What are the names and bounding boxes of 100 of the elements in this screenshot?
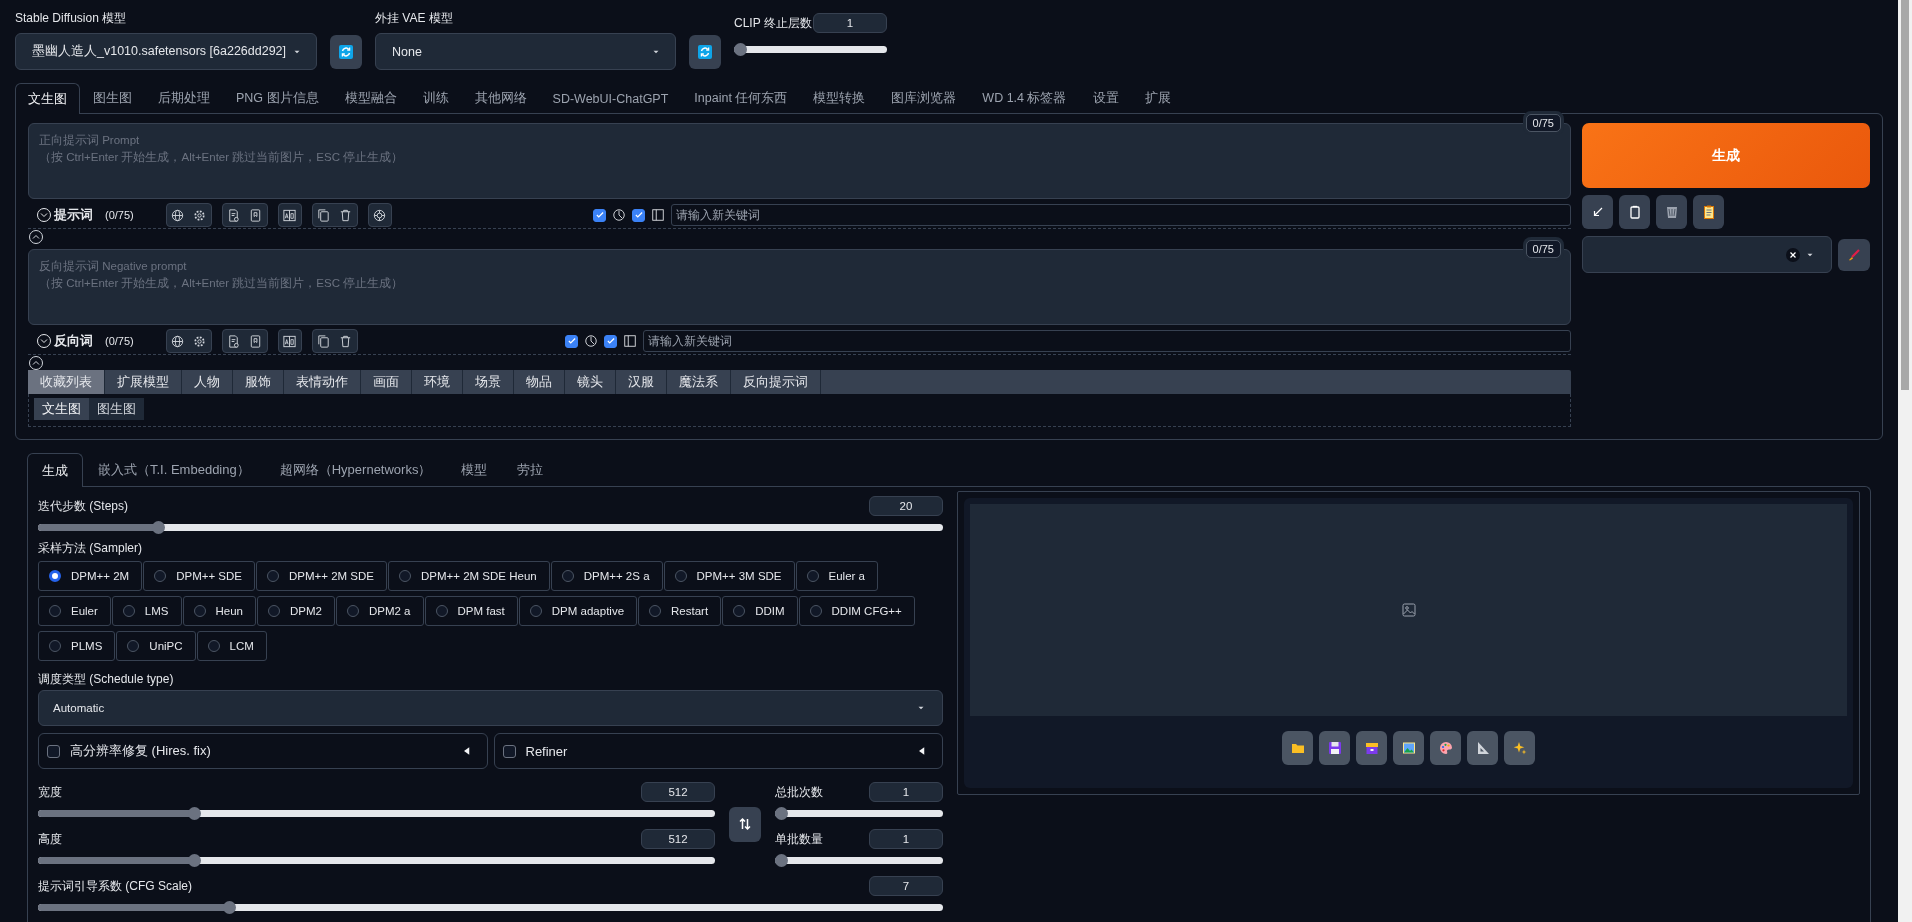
radio-dot[interactable] [49,570,61,582]
checkbox[interactable] [47,744,60,758]
sampler-option[interactable]: DPM++ 2S a [550,561,663,591]
sampler-option[interactable]: DPM++ SDE [143,561,255,591]
radio-dot[interactable] [268,605,280,617]
radio-dot[interactable] [346,605,359,617]
category-tab[interactable]: 魔法系 [667,370,731,394]
sub-tab[interactable]: 图生图 [89,398,144,420]
tab[interactable]: 设置 [1079,83,1132,113]
sampler-option[interactable]: DPM++ 2M SDE [256,561,387,591]
category-tab[interactable]: 扩展模型 [105,370,182,394]
tab[interactable]: 训练 [409,83,462,113]
refresh-button[interactable] [330,35,362,69]
edit-button[interactable] [1838,238,1870,271]
sampler-option[interactable]: DPM adaptive [518,596,638,626]
category-tab[interactable]: 反向提示词 [731,370,821,394]
swap-button[interactable] [729,806,761,842]
sampler-option[interactable]: Euler [38,596,111,626]
number-field[interactable]: 1 [869,782,943,802]
category-tab[interactable]: 画面 [361,370,412,394]
tab[interactable]: 生成 [27,453,83,487]
sub-tab[interactable]: 文生图 [34,398,89,420]
radio-dot[interactable] [529,605,542,617]
tab[interactable]: 后期处理 [145,83,223,113]
slider[interactable] [734,43,887,56]
number-field[interactable]: 20 [869,496,943,516]
tab[interactable]: 图生图 [80,83,145,113]
tab[interactable]: 模型融合 [331,83,410,113]
radio-dot[interactable] [267,570,279,582]
slider-thumb[interactable] [734,43,747,56]
checkbox[interactable] [604,334,617,348]
sampler-option[interactable]: LCM [196,631,267,661]
category-tab[interactable]: 人物 [182,370,233,394]
slider[interactable] [775,854,943,867]
category-tab[interactable]: 场景 [463,370,514,394]
tab[interactable]: 劳拉 [502,453,559,486]
radio-dot[interactable] [127,640,140,652]
notepad-button[interactable] [1693,195,1724,229]
radio-dot[interactable] [649,605,662,617]
refresh-button[interactable] [689,35,721,69]
checkbox[interactable] [632,208,645,222]
sampler-option[interactable]: DDIM [722,596,798,626]
keyword-field[interactable]: 请输入新关键词 [671,204,1571,226]
radio-dot[interactable] [806,570,819,582]
slider[interactable] [38,521,943,534]
radio-dot[interactable] [809,605,822,617]
sampler-option[interactable]: DPM++ 3M SDE [663,561,795,591]
arrow-button[interactable] [1582,195,1613,229]
slider-thumb[interactable] [188,807,202,820]
archive-button[interactable] [1356,731,1387,765]
sparkle-button[interactable] [1504,731,1535,765]
tab[interactable]: 超网络（Hypernetworks） [264,453,447,486]
sampler-option[interactable]: UniPC [116,631,196,661]
tab[interactable]: 图库浏览器 [878,83,970,113]
radio-dot[interactable] [122,605,135,617]
sampler-option[interactable]: DDIM CFG++ [798,596,915,626]
checkbox[interactable] [593,208,606,222]
tab[interactable]: 文生图 [15,83,80,114]
category-tab[interactable]: 汉服 [616,370,667,394]
category-tab[interactable]: 表情动作 [284,370,361,394]
tab[interactable]: 嵌入式（T.I. Embedding） [83,453,265,486]
keyword-field[interactable]: 请输入新关键词 [643,330,1571,352]
radio-dot[interactable] [49,605,61,617]
tab[interactable]: PNG 图片信息 [223,83,332,113]
sampler-option[interactable]: DPM2 a [335,596,424,626]
slider[interactable] [38,807,715,820]
tab[interactable]: 其他网络 [461,83,540,113]
checkbox[interactable] [565,334,578,348]
slider[interactable] [38,901,943,914]
radio-dot[interactable] [674,570,687,582]
category-tab[interactable]: 环境 [412,370,463,394]
slider-thumb[interactable] [775,854,788,867]
accordion-header[interactable]: 高分辨率修复 (Hires. fix) [38,733,488,769]
accordion-header[interactable]: Refiner [493,733,943,769]
wastebasket-button[interactable] [1656,195,1687,229]
slider-thumb[interactable] [188,854,202,867]
radio-dot[interactable] [399,570,411,582]
ruler-button[interactable] [1467,731,1498,765]
radio-dot[interactable] [561,570,574,582]
slider[interactable] [38,854,715,867]
radio-dot[interactable] [49,640,61,652]
clipboard-button[interactable] [1619,195,1650,229]
checkbox[interactable] [502,744,516,758]
radio-dot[interactable] [193,605,206,617]
tab[interactable]: SD-WebUI-ChatGPT [539,83,682,113]
number-field[interactable]: 1 [813,13,887,33]
model-dropdown[interactable]: 墨幽人造人_v1010.safetensors [6a226dd292] [15,33,317,70]
number-field[interactable]: 1 [869,829,943,849]
tab[interactable]: 模型转换 [800,83,879,113]
slider-thumb[interactable] [775,807,788,820]
schedule-dropdown[interactable]: Automatic [38,690,943,726]
radio-dot[interactable] [733,605,746,617]
radio-dot[interactable] [154,570,167,582]
sampler-option[interactable]: DPM2 [257,596,335,626]
slider-thumb[interactable] [222,901,236,914]
sampler-option[interactable]: DPM fast [424,596,518,626]
sampler-option[interactable]: Heun [182,596,256,626]
category-tab[interactable]: 收藏列表 [28,370,105,394]
sampler-option[interactable]: DPM++ 2M [38,561,143,591]
image-button[interactable] [1393,731,1424,765]
